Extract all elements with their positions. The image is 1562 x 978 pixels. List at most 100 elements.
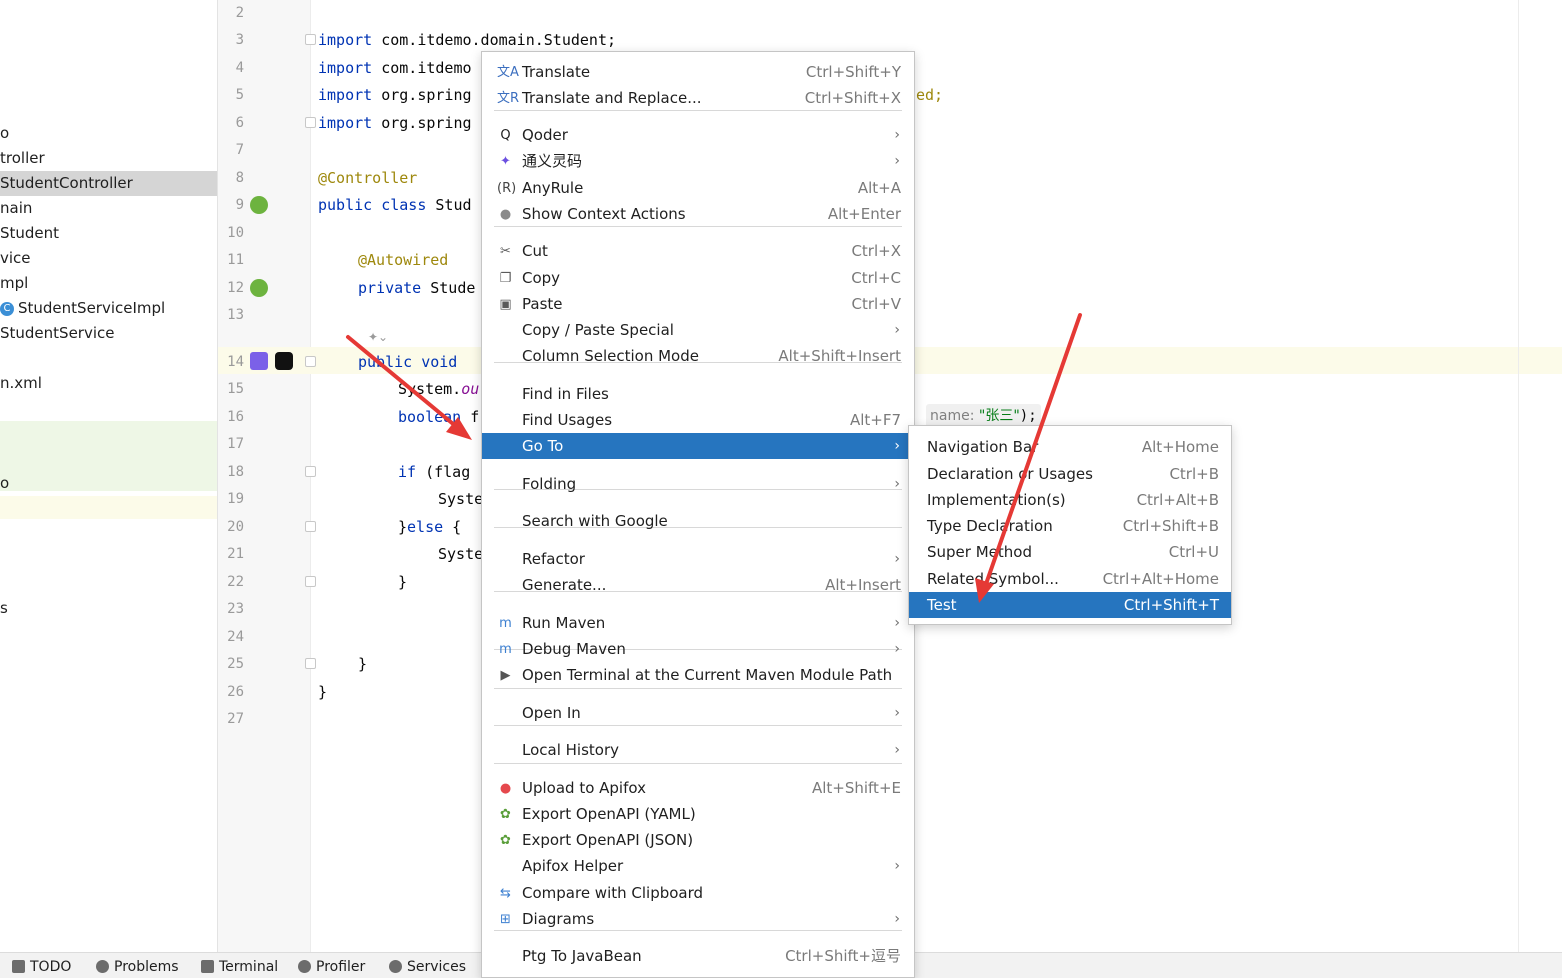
- tree-item-label: mpl: [0, 274, 29, 292]
- menu-item-label: 通义灵码: [522, 152, 583, 170]
- apifox-icon: ●: [499, 781, 512, 796]
- menu-item-shortcut: Alt+Enter: [827, 205, 901, 223]
- todo-tool-button[interactable]: TODO: [12, 953, 71, 978]
- fold-marker[interactable]: [305, 34, 316, 45]
- menu-item-paste[interactable]: ▣ Paste Ctrl+V: [482, 291, 914, 317]
- tree-item[interactable]: StudentController: [0, 171, 217, 196]
- line-number: 15: [227, 381, 244, 397]
- menu-item-generate[interactable]: Generate... Alt+Insert: [482, 572, 914, 598]
- menu-item-open-in[interactable]: Open In ›: [482, 700, 914, 726]
- menu-item-open-terminal-at-the-current-maven-module-path[interactable]: ▶ Open Terminal at the Current Maven Modu…: [482, 662, 914, 688]
- menu-item-copy-paste-special[interactable]: Copy / Paste Special ›: [482, 317, 914, 343]
- goto-item-navigation-bar[interactable]: Navigation Bar Alt+Home: [909, 434, 1231, 460]
- tongyi-gutter-icon[interactable]: [250, 352, 268, 370]
- editor-context-menu: 文A Translate Ctrl+Shift+Y 文R Translate and R…: [481, 51, 915, 978]
- menu-item-export-openapi-json[interactable]: ✿ Export OpenAPI (JSON): [482, 827, 914, 853]
- goto-item-implementation-s[interactable]: Implementation(s) Ctrl+Alt+B: [909, 487, 1231, 513]
- menu-item-folding[interactable]: Folding ›: [482, 471, 914, 497]
- fold-marker[interactable]: [305, 521, 316, 532]
- menu-item-label: Related Symbol...: [927, 570, 1059, 588]
- menu-item-label: Super Method: [927, 543, 1032, 561]
- tree-item[interactable]: troller: [0, 146, 45, 171]
- services-tool-button[interactable]: Services: [389, 953, 466, 978]
- debug-maven-icon: m: [499, 642, 512, 657]
- menu-item-label: Qoder: [522, 126, 568, 144]
- tree-item-label: o: [0, 124, 10, 142]
- menu-item-diagrams[interactable]: ⊞ Diagrams ›: [482, 906, 914, 932]
- menu-item-find-usages[interactable]: Find Usages Alt+F7: [482, 407, 914, 433]
- translate-icon: 文A: [497, 65, 519, 80]
- line-number: 17: [227, 436, 244, 452]
- menu-item-label: Test: [927, 596, 957, 614]
- menu-item-label: Copy / Paste Special: [522, 321, 674, 339]
- menu-item-export-openapi-yaml[interactable]: ✿ Export OpenAPI (YAML): [482, 801, 914, 827]
- fold-marker[interactable]: [305, 117, 316, 128]
- goto-item-super-method[interactable]: Super Method Ctrl+U: [909, 539, 1231, 565]
- tree-item[interactable]: vice: [0, 246, 31, 271]
- menu-item-shortcut: Ctrl+Shift+B: [1122, 517, 1219, 535]
- tree-item[interactable]: nain: [0, 196, 32, 221]
- fold-marker[interactable]: [305, 658, 316, 669]
- tree-item[interactable]: n.xml: [0, 371, 42, 396]
- menu-item-shortcut: Alt+Home: [1141, 438, 1219, 456]
- line-number: 22: [227, 574, 244, 590]
- chevron-right-icon: ›: [894, 438, 900, 454]
- tongyi-inline-icon[interactable]: ✦⌄: [368, 330, 388, 344]
- menu-item-local-history[interactable]: Local History ›: [482, 737, 914, 763]
- spring-bean-icon[interactable]: [250, 196, 268, 214]
- profiler-tool-button[interactable]: Profiler: [298, 953, 365, 978]
- menu-item-shortcut: Alt+F7: [849, 411, 901, 429]
- menu-item-show-context-actions[interactable]: ● Show Context Actions Alt+Enter: [482, 201, 914, 227]
- goto-item-declaration-or-usages[interactable]: Declaration or Usages Ctrl+B: [909, 461, 1231, 487]
- menu-item-run-maven[interactable]: m Run Maven ›: [482, 610, 914, 636]
- menu-item-search-with-google[interactable]: Search with Google: [482, 508, 914, 534]
- spring-autowired-icon[interactable]: [250, 279, 268, 297]
- tree-item[interactable]: mpl: [0, 271, 28, 296]
- menu-item-find-in-files[interactable]: Find in Files: [482, 381, 914, 407]
- qoder-gutter-icon[interactable]: [275, 352, 293, 370]
- tree-item[interactable]: Student: [0, 221, 59, 246]
- menu-item-shortcut: Ctrl+U: [1168, 543, 1219, 561]
- menu-item-item-3[interactable]: ✦ 通义灵码 ›: [482, 148, 914, 174]
- tree-item[interactable]: StudentService: [0, 321, 115, 346]
- problems-tool-button[interactable]: Problems: [96, 953, 179, 978]
- menu-item-translate-and-replace[interactable]: 文R Translate and Replace... Ctrl+Shift+X: [482, 85, 914, 111]
- menu-item-label: Declaration or Usages: [927, 465, 1093, 483]
- services-icon: [389, 960, 402, 973]
- tree-item[interactable]: o: [0, 121, 9, 146]
- menu-item-go-to[interactable]: Go To ›: [482, 433, 914, 459]
- goto-item-test[interactable]: Test Ctrl+Shift+T: [909, 592, 1231, 618]
- menu-item-label: Column Selection Mode: [522, 347, 699, 365]
- menu-item-column-selection-mode[interactable]: Column Selection Mode Alt+Shift+Insert: [482, 343, 914, 369]
- tree-item[interactable]: o: [0, 471, 9, 496]
- menu-item-anyrule[interactable]: (R) AnyRule Alt+A: [482, 175, 914, 201]
- openapi-json-icon: ✿: [500, 833, 511, 848]
- problems-icon: [96, 960, 109, 973]
- menu-item-label: Show Context Actions: [522, 205, 686, 223]
- tree-item[interactable]: s: [0, 596, 8, 621]
- line-number: 13: [227, 307, 244, 323]
- menu-item-qoder[interactable]: Q Qoder ›: [482, 122, 914, 148]
- fold-marker[interactable]: [305, 356, 316, 367]
- menu-item-shortcut: Ctrl+Shift+T: [1123, 596, 1219, 614]
- goto-item-type-declaration[interactable]: Type Declaration Ctrl+Shift+B: [909, 513, 1231, 539]
- terminal-tool-button[interactable]: Terminal: [201, 953, 278, 978]
- menu-item-ptg-to-javabean[interactable]: Ptg To JavaBean Ctrl+Shift+逗号: [482, 943, 914, 969]
- menu-item-label: Implementation(s): [927, 491, 1066, 509]
- menu-item-compare-with-clipboard[interactable]: ⇆ Compare with Clipboard: [482, 880, 914, 906]
- fold-marker[interactable]: [305, 466, 316, 477]
- tree-item[interactable]: C StudentServiceImpl: [0, 296, 165, 321]
- menu-item-label: AnyRule: [522, 179, 584, 197]
- menu-item-cut[interactable]: ✂ Cut Ctrl+X: [482, 238, 914, 264]
- menu-item-refactor[interactable]: Refactor ›: [482, 546, 914, 572]
- menu-item-apifox-helper[interactable]: Apifox Helper ›: [482, 853, 914, 879]
- fold-marker[interactable]: [305, 576, 316, 587]
- goto-item-related-symbol[interactable]: Related Symbol... Ctrl+Alt+Home: [909, 566, 1231, 592]
- menu-item-debug-maven[interactable]: m Debug Maven ›: [482, 636, 914, 662]
- menu-item-translate[interactable]: 文A Translate Ctrl+Shift+Y: [482, 59, 914, 85]
- menu-item-upload-to-apifox[interactable]: ● Upload to Apifox Alt+Shift+E: [482, 775, 914, 801]
- menu-item-label: Open In: [522, 704, 581, 722]
- line-number: 21: [227, 546, 244, 562]
- menu-item-copy[interactable]: ❐ Copy Ctrl+C: [482, 265, 914, 291]
- chevron-right-icon: ›: [894, 615, 900, 631]
